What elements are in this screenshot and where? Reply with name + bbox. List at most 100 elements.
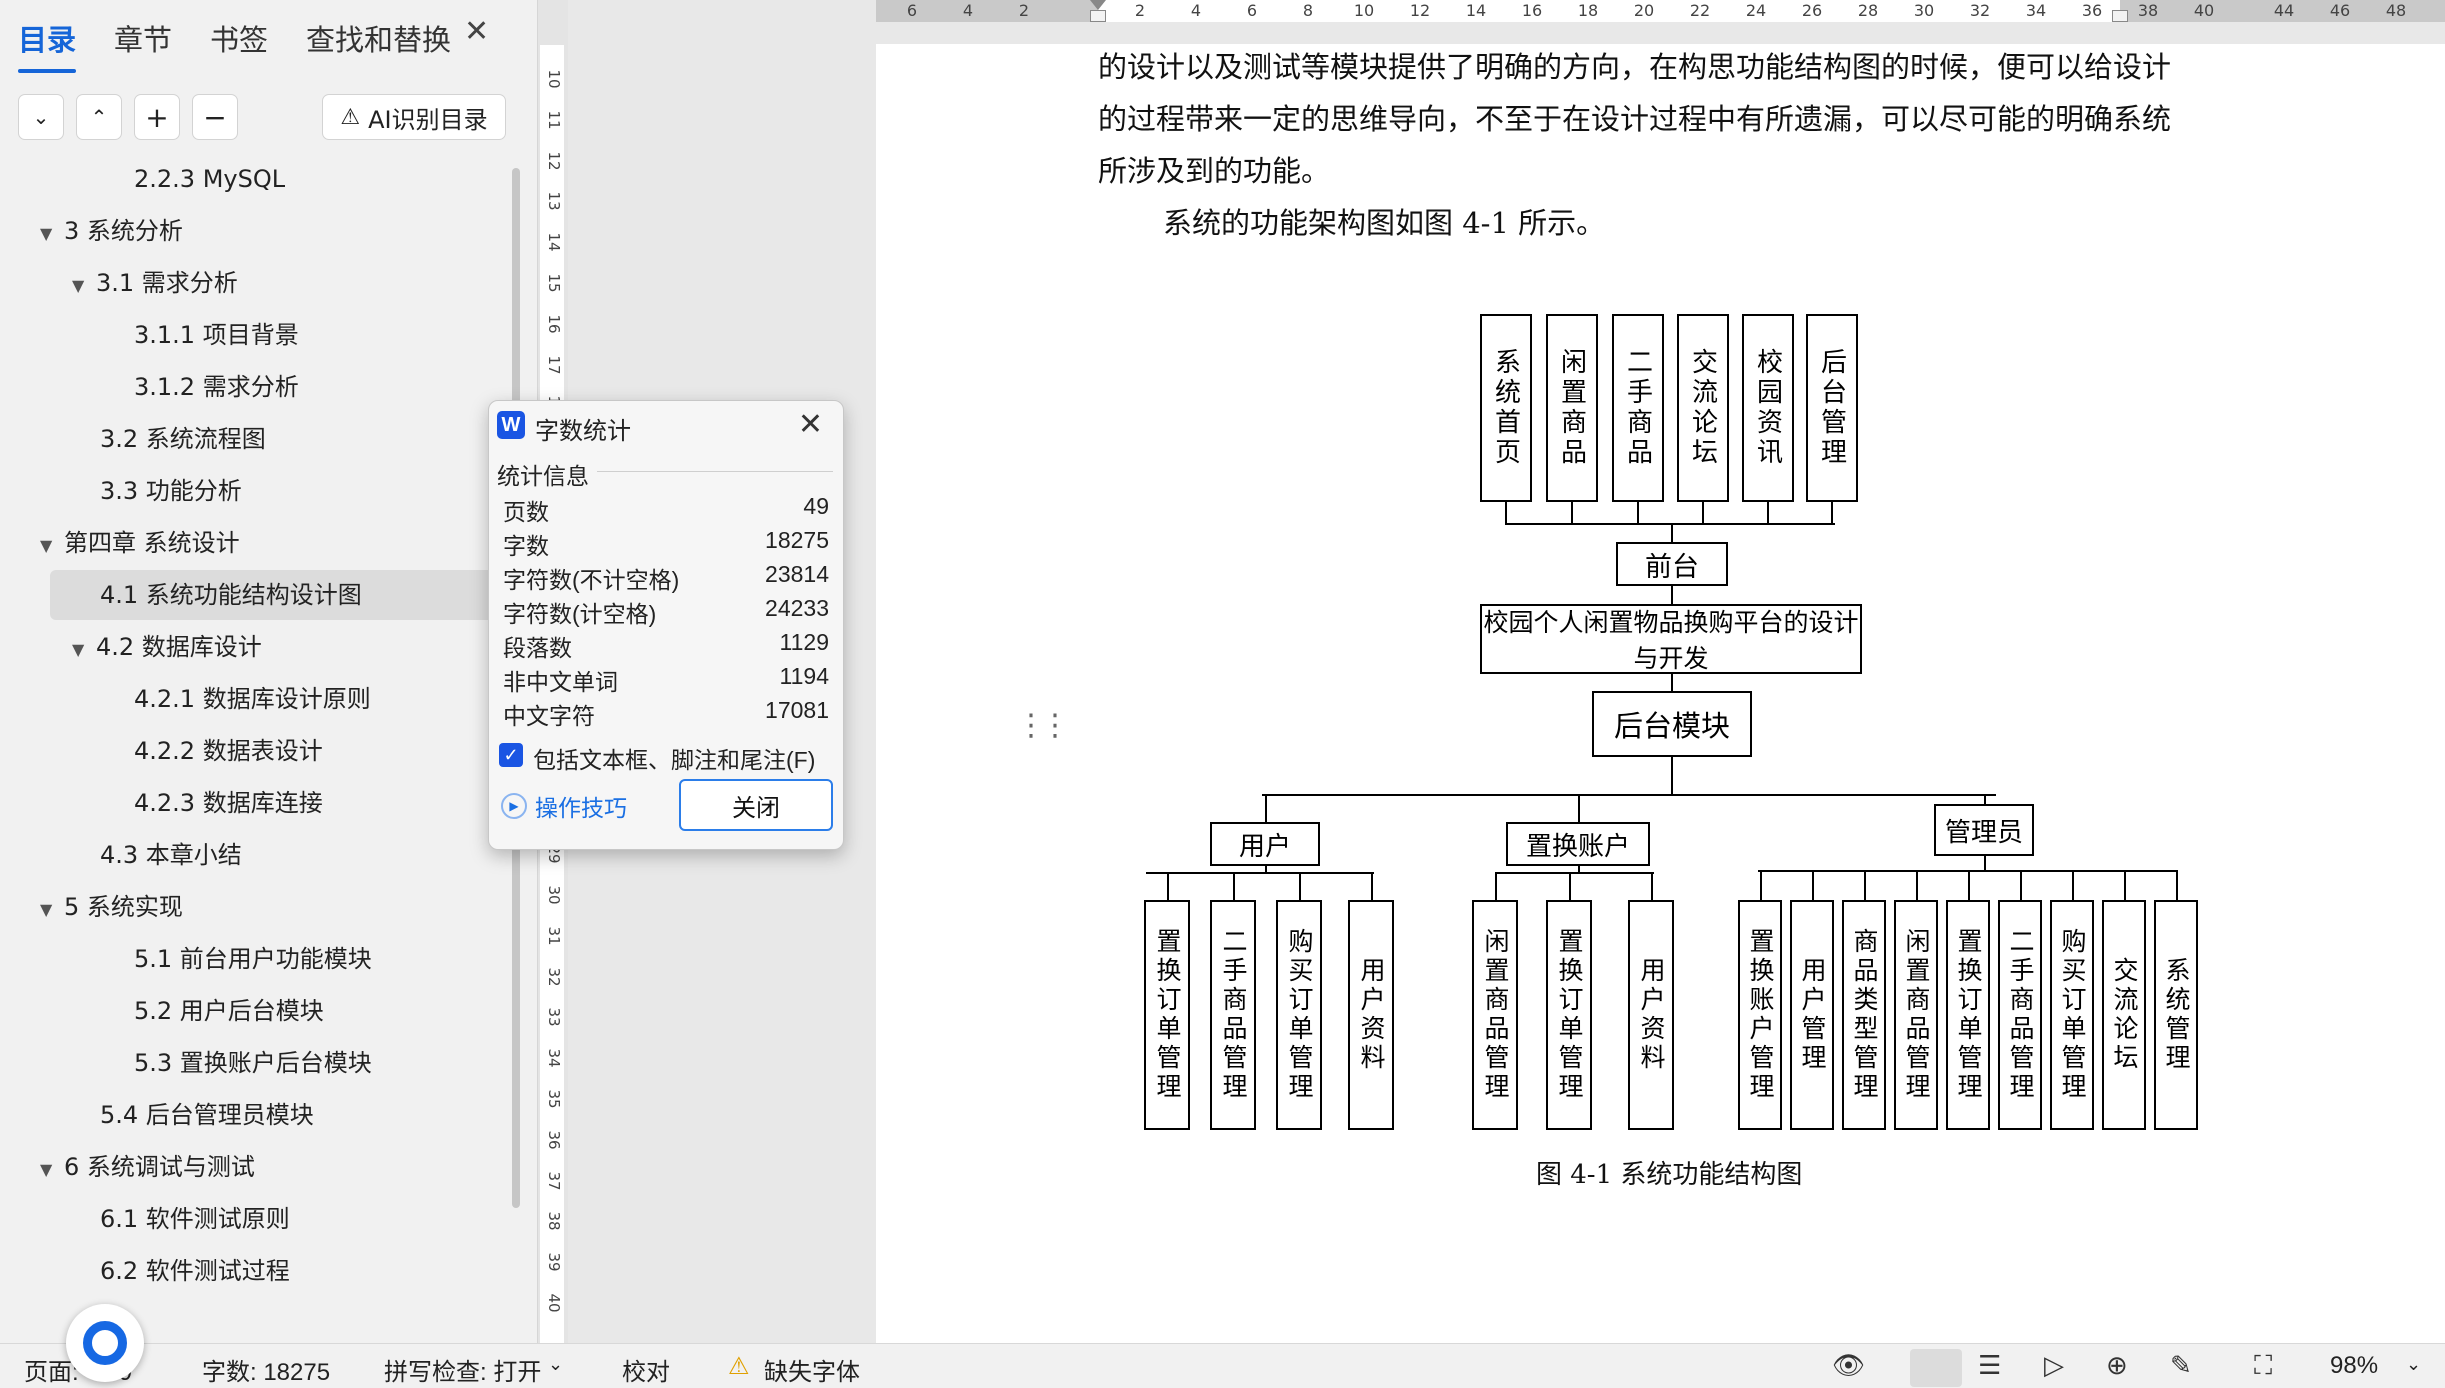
chevron-up-icon: ⌃	[90, 105, 108, 129]
toc-item[interactable]: 3.1.1 项目背景	[134, 310, 299, 360]
toc-item[interactable]: 4.2.1 数据库设计原则	[134, 674, 371, 724]
fit-page-icon[interactable]: ⛶	[2254, 1350, 2272, 1382]
toc-item[interactable]: 6.2 软件测试过程	[100, 1246, 290, 1296]
stat-label: 页数	[503, 499, 549, 525]
ruler-number: 24	[1745, 1, 1767, 20]
zoom-chevron-icon[interactable]: ⌄	[2406, 1354, 2421, 1375]
ai-recognize-toc-button[interactable]: ⚠ AI识别目录	[322, 94, 506, 140]
leaf-module-box: 置换订单管理	[1546, 900, 1592, 1130]
connector-line	[1167, 872, 1169, 900]
toc-item[interactable]: ▼ 6 系统调试与测试	[40, 1142, 255, 1192]
toc-item-label: 3.3 功能分析	[100, 477, 242, 505]
toc-item[interactable]: 5.2 用户后台模块	[134, 986, 324, 1036]
expand-caret-icon[interactable]: ▼	[40, 885, 64, 935]
ruler-number: 13	[545, 191, 563, 211]
expand-caret-icon[interactable]: ▼	[40, 521, 64, 571]
tab-bookmarks[interactable]: 书签	[210, 13, 268, 63]
eye-icon[interactable]: 👁	[1832, 1350, 1865, 1381]
back-module-box: 后台模块	[1592, 691, 1752, 757]
spell-check-indicator[interactable]: 拼写检查: 打开	[384, 1352, 541, 1387]
chevron-down-icon[interactable]: ⌄	[548, 1354, 563, 1375]
indent-marker-hanging[interactable]	[1090, 10, 1106, 22]
toc-item[interactable]: 5.3 置换账户后台模块	[134, 1038, 372, 1088]
close-button[interactable]: 关闭	[679, 779, 833, 831]
front-label-box: 前台	[1616, 542, 1728, 586]
pen-icon[interactable]: ✎	[2170, 1350, 2192, 1381]
tab-chapters[interactable]: 章节	[114, 13, 172, 63]
toc-item[interactable]: 2.2.3 MySQL	[134, 168, 285, 204]
toc-item[interactable]: 5.1 前台用户功能模块	[134, 934, 372, 984]
stat-row: 字符数(计空格) 24233	[503, 595, 829, 629]
toc-item[interactable]: ▼ 4.2 数据库设计	[72, 622, 262, 672]
toc-item[interactable]: 3.1.2 需求分析	[134, 362, 299, 412]
connector-line	[1495, 872, 1497, 900]
expand-caret-icon[interactable]: ▼	[72, 625, 96, 675]
toc-item[interactable]: ▼ 3.1 需求分析	[72, 258, 238, 308]
indent-marker-left[interactable]	[1090, 0, 1106, 10]
navigation-panel: 目录 章节 书签 查找和替换 ✕ ⌄ ⌃ + − ⚠ AI识别目录 2.2.3 …	[0, 0, 538, 1343]
ruler-number: 14	[1465, 1, 1487, 20]
drag-handle-icon[interactable]: ⋮⋮	[1016, 708, 1070, 743]
connector-line	[1864, 870, 1866, 900]
toc-item[interactable]: 4.1 系统功能结构设计图	[50, 570, 520, 620]
expand-caret-icon[interactable]: ▼	[40, 1145, 64, 1195]
ruler-number: 36	[2081, 1, 2103, 20]
toc-item[interactable]: ▼ 3 系统分析	[40, 206, 183, 256]
tab-toc[interactable]: 目录	[18, 13, 77, 73]
toc-item[interactable]: ▼ 5 系统实现	[40, 882, 183, 932]
toc-item[interactable]: ▼ 第四章 系统设计	[40, 518, 240, 568]
ruler-number: 40	[545, 1293, 563, 1313]
toc-item[interactable]: 3.3 功能分析	[100, 466, 242, 516]
connector-line	[1233, 872, 1235, 900]
dialog-header: W 字数统计 ✕	[489, 401, 843, 449]
include-textbox-checkbox[interactable]: ✓	[499, 743, 523, 767]
toc-item[interactable]: 4.3 本章小结	[100, 830, 242, 880]
word-count-dialog: W 字数统计 ✕ 统计信息 页数 49 字数 18275 字符数(不计空格) 23814 字…	[488, 400, 844, 850]
toc-item[interactable]: 6.1 软件测试原则	[100, 1194, 290, 1244]
leaf-module-box: 置换账户管理	[1738, 900, 1782, 1130]
stat-row: 中文字符 17081	[503, 697, 829, 731]
leaf-module-box: 置换订单管理	[1946, 900, 1990, 1130]
tab-find-replace[interactable]: 查找和替换	[306, 13, 451, 63]
dialog-close-icon[interactable]: ✕	[798, 407, 823, 442]
toc-item[interactable]: 4.2.2 数据表设计	[134, 726, 323, 776]
expand-caret-icon[interactable]: ▼	[72, 261, 96, 311]
remove-heading-button[interactable]: −	[192, 94, 238, 140]
expand-caret-icon[interactable]: ▼	[40, 209, 64, 259]
indent-marker-right[interactable]	[2112, 10, 2128, 22]
toc-item[interactable]: 4.2.3 数据库连接	[134, 778, 323, 828]
add-heading-button[interactable]: +	[134, 94, 180, 140]
ruler-number: 30	[545, 885, 563, 905]
outline-view-icon[interactable]: ☰	[1978, 1350, 2001, 1381]
ruler-number: 36	[545, 1130, 563, 1150]
play-icon[interactable]: ▷	[2044, 1350, 2064, 1381]
toc-item-label: 5 系统实现	[64, 893, 183, 921]
leaf-module-box: 系统管理	[2154, 900, 2198, 1130]
chevron-down-icon: ⌄	[32, 105, 50, 129]
ruler-number: 12	[1409, 1, 1431, 20]
toc-item[interactable]: 3.2 系统流程图	[100, 414, 266, 464]
tips-link[interactable]: ▶ 操作技巧	[501, 789, 627, 823]
collapse-down-button[interactable]: ⌄	[18, 94, 64, 140]
toc-item[interactable]: 5.4 后台管理员模块	[100, 1090, 314, 1140]
stat-value: 24233	[765, 595, 829, 621]
connector-line	[1671, 523, 1673, 543]
word-count-indicator[interactable]: 字数: 18275	[202, 1352, 330, 1387]
zoom-level[interactable]: 98%	[2330, 1352, 2378, 1380]
connector-line	[1505, 502, 1507, 524]
assistant-fab[interactable]	[66, 1304, 144, 1382]
toc-item-label: 4.3 本章小结	[100, 841, 242, 869]
close-nav-icon[interactable]: ✕	[464, 14, 489, 49]
ruler-number: 12	[545, 151, 563, 171]
connector-line	[1671, 674, 1673, 692]
web-view-icon[interactable]: ⊕	[2106, 1350, 2128, 1381]
proofread-button[interactable]: 校对	[622, 1352, 670, 1387]
missing-font-indicator[interactable]: 缺失字体	[764, 1352, 860, 1387]
ruler-number: 10	[545, 69, 563, 89]
connector-line	[2072, 870, 2074, 900]
document-page[interactable]: 的设计以及测试等模块提供了明确的方向，在构思功能结构图的时候，便可以给设计 的过…	[876, 44, 2445, 1343]
expand-up-button[interactable]: ⌃	[76, 94, 122, 140]
toc-item-label: 5.1 前台用户功能模块	[134, 945, 372, 973]
connector-line	[2176, 870, 2178, 900]
toc-item-label: 4.1 系统功能结构设计图	[100, 581, 362, 609]
